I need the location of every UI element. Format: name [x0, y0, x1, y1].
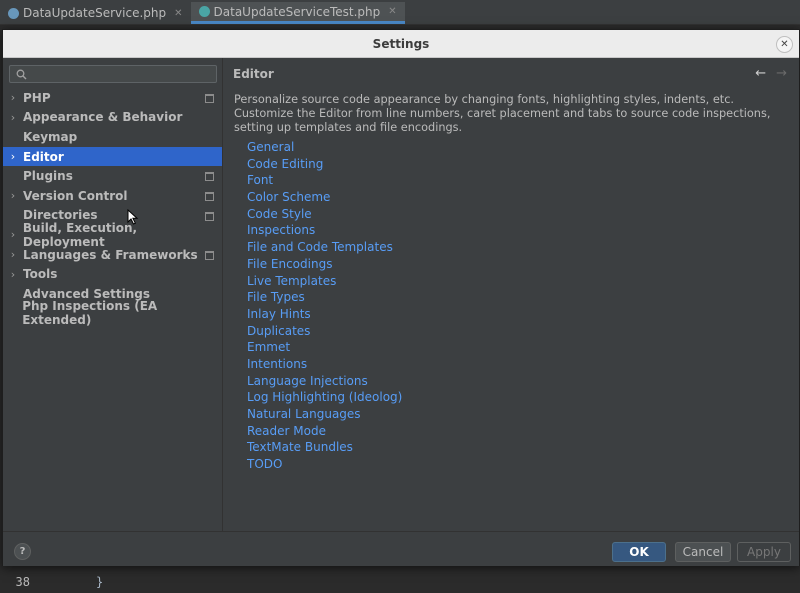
project-level-icon [205, 250, 214, 260]
tree-item-languages-frameworks[interactable]: › Languages & Frameworks [3, 245, 222, 265]
tree-item-label: Php Inspections (EA Extended) [22, 299, 158, 328]
tree-item-label: Version Control [23, 188, 128, 203]
tree-item-label: Appearance & Behavior [23, 110, 183, 125]
link-code-style[interactable]: Code Style [247, 206, 402, 223]
tree-item-label: Languages & Frameworks [23, 247, 198, 262]
search-icon [14, 67, 28, 81]
link-file-and-code-templates[interactable]: File and Code Templates [247, 239, 402, 256]
code-text: } [96, 575, 104, 589]
editor-subpage-links: General Code Editing Font Color Scheme C… [247, 139, 402, 473]
settings-search[interactable] [9, 65, 217, 83]
project-level-icon [205, 191, 214, 201]
help-icon[interactable]: ? [14, 543, 31, 560]
chevron-right-icon[interactable]: › [3, 189, 23, 202]
tree-item-label: Plugins [23, 169, 73, 184]
apply-button[interactable]: Apply [737, 542, 791, 562]
link-reader-mode[interactable]: Reader Mode [247, 423, 402, 440]
settings-tree-panel: › PHP › Appearance & Behavior Keymap › E… [3, 58, 223, 531]
dialog-titlebar: Settings ✕ [3, 30, 799, 58]
link-intentions[interactable]: Intentions [247, 356, 402, 373]
editor-tab-label: DataUpdateService.php [23, 6, 167, 20]
link-font[interactable]: Font [247, 172, 402, 189]
link-file-encodings[interactable]: File Encodings [247, 256, 402, 273]
tree-item-keymap[interactable]: Keymap [3, 127, 222, 147]
line-number: 38 [15, 575, 30, 589]
link-language-injections[interactable]: Language Injections [247, 373, 402, 390]
tree-item-label: Keymap [23, 129, 78, 144]
chevron-right-icon[interactable]: › [3, 150, 23, 163]
link-live-templates[interactable]: Live Templates [247, 273, 402, 290]
settings-content-panel: Editor ← → Personalize source code appea… [223, 58, 799, 531]
editor-tab-label: DataUpdateServiceTest.php [213, 4, 381, 19]
link-todo[interactable]: TODO [247, 456, 402, 473]
link-inlay-hints[interactable]: Inlay Hints [247, 306, 402, 323]
tab-close-icon[interactable]: ✕ [388, 6, 396, 17]
close-icon[interactable]: ✕ [776, 36, 793, 53]
chevron-right-icon[interactable]: › [3, 268, 23, 281]
link-color-scheme[interactable]: Color Scheme [247, 189, 402, 206]
tree-item-build-execution-deployment[interactable]: › Build, Execution, Deployment [3, 221, 222, 249]
link-log-highlighting[interactable]: Log Highlighting (Ideolog) [247, 389, 402, 406]
tree-item-appearance-behavior[interactable]: › Appearance & Behavior [3, 108, 222, 128]
ok-button[interactable]: OK [612, 542, 666, 562]
tree-item-php-inspections[interactable]: Php Inspections (EA Extended) [3, 299, 222, 327]
project-level-icon [205, 94, 214, 103]
link-general[interactable]: General [247, 139, 402, 156]
tree-item-label: Tools [23, 267, 58, 282]
chevron-right-icon[interactable]: › [3, 228, 23, 241]
tree-item-tools[interactable]: › Tools [3, 264, 222, 284]
settings-tree: › PHP › Appearance & Behavior Keymap › E… [3, 88, 222, 327]
tree-item-plugins[interactable]: Plugins [3, 166, 222, 186]
link-inspections[interactable]: Inspections [247, 222, 402, 239]
project-level-icon [205, 211, 214, 221]
editor-tab-active[interactable]: DataUpdateServiceTest.php ✕ [190, 2, 405, 24]
link-code-editing[interactable]: Code Editing [247, 156, 402, 173]
tree-item-php[interactable]: › PHP [3, 88, 222, 108]
chevron-right-icon[interactable]: › [3, 111, 23, 124]
tree-item-version-control[interactable]: › Version Control [3, 186, 222, 206]
link-natural-languages[interactable]: Natural Languages [247, 406, 402, 423]
php-file-icon [8, 7, 19, 19]
php-test-file-icon [198, 6, 210, 17]
chevron-right-icon[interactable]: › [3, 248, 23, 261]
dialog-title: Settings [372, 36, 430, 51]
tree-item-label: PHP [23, 90, 51, 105]
editor-tab[interactable]: DataUpdateService.php ✕ [0, 2, 191, 24]
chevron-right-icon[interactable]: › [3, 91, 23, 104]
tree-item-editor[interactable]: › Editor [3, 146, 222, 167]
panel-description: Personalize source code appearance by ch… [234, 93, 771, 134]
link-duplicates[interactable]: Duplicates [247, 323, 402, 340]
code-line: 38 } [0, 572, 800, 592]
editor-tab-bar: DataUpdateService.php ✕ DataUpdateServic… [0, 0, 800, 25]
settings-dialog: Settings ✕ › PHP › Appearance & Behavior [2, 29, 800, 566]
link-emmet[interactable]: Emmet [247, 339, 402, 356]
tab-close-icon[interactable]: ✕ [174, 8, 182, 19]
dialog-footer: ? OK Cancel Apply [3, 531, 799, 566]
search-input[interactable] [28, 67, 216, 81]
link-textmate-bundles[interactable]: TextMate Bundles [247, 439, 402, 456]
panel-title: Editor [233, 67, 274, 81]
link-file-types[interactable]: File Types [247, 289, 402, 306]
cancel-button[interactable]: Cancel [675, 542, 731, 562]
project-level-icon [205, 172, 214, 182]
tree-item-label: Editor [23, 149, 64, 164]
history-nav: ← → [755, 66, 787, 81]
arrow-right-icon[interactable]: → [776, 66, 787, 81]
arrow-left-icon[interactable]: ← [755, 66, 766, 81]
